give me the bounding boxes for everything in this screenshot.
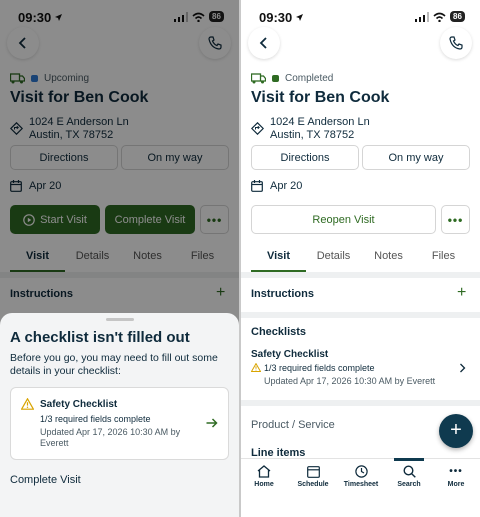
calendar-icon xyxy=(306,466,320,478)
status-icons-right: 86 xyxy=(415,11,465,22)
checklist-status-right: 1/3 required fields complete xyxy=(264,363,375,373)
checklist-title: Safety Checklist xyxy=(40,399,118,410)
visit-status-label-right: Completed xyxy=(285,73,334,84)
status-dot-completed xyxy=(272,75,279,82)
checklist-updated: Updated Apr 17, 2026 10:30 AM by Everett xyxy=(40,427,181,448)
nav-schedule[interactable]: Schedule xyxy=(293,465,333,488)
visit-status-row-right: Completed xyxy=(251,73,333,84)
nav-home[interactable]: Home xyxy=(249,465,279,488)
phone-icon xyxy=(449,36,463,50)
nav-timesheet-label: Timesheet xyxy=(343,481,379,488)
visit-date-right: Apr 20 xyxy=(270,180,303,192)
product-service-heading: Product / Service xyxy=(251,419,335,431)
sheet-grabber[interactable] xyxy=(106,318,134,321)
nav-search[interactable]: Search xyxy=(393,465,425,488)
nav-schedule-label: Schedule xyxy=(297,481,329,488)
checklist-title-right: Safety Checklist xyxy=(251,349,329,360)
on-my-way-button-right[interactable]: On my way xyxy=(362,145,470,170)
address-block-right[interactable]: 1024 E Anderson Ln Austin, TX 78752 xyxy=(270,116,370,142)
add-instructions-icon-right[interactable]: + xyxy=(457,285,466,301)
nav-home-label: Home xyxy=(254,481,274,488)
address-line2-right: Austin, TX 78752 xyxy=(270,129,355,141)
more-actions-button-right[interactable]: ••• xyxy=(441,205,470,234)
tab-visit-right[interactable]: Visit xyxy=(251,250,306,272)
nav-timesheet[interactable]: Timesheet xyxy=(341,465,381,488)
tab-files-right[interactable]: Files xyxy=(416,250,471,272)
chevron-left-icon xyxy=(259,37,267,49)
wifi-icon xyxy=(433,12,446,22)
nav-more[interactable]: ••• More xyxy=(441,465,471,488)
section-divider-3 xyxy=(241,400,480,406)
section-divider-2 xyxy=(241,312,480,318)
directions-diamond-icon xyxy=(250,121,265,136)
bottom-nav: Home Schedule Timesheet Search ••• More xyxy=(241,458,480,517)
warning-icon xyxy=(21,398,34,410)
tab-details-right[interactable]: Details xyxy=(306,250,361,272)
warning-icon xyxy=(251,363,261,372)
left-screen: 09:30 86 Upcoming Visit for Ben Cook 102… xyxy=(0,0,239,517)
add-fab-button[interactable]: + xyxy=(439,414,473,448)
page-title-right: Visit for Ben Cook xyxy=(251,89,390,106)
nav-more-label: More xyxy=(447,481,465,488)
nav-search-label: Search xyxy=(397,481,421,488)
location-arrow-icon xyxy=(296,14,304,21)
checklist-updated-right: Updated Apr 17, 2026 10:30 AM by Everett xyxy=(264,376,436,386)
checklist-card[interactable]: Safety Checklist 1/3 required fields com… xyxy=(10,387,229,460)
call-button-right[interactable] xyxy=(440,27,472,59)
tab-notes-right[interactable]: Notes xyxy=(361,250,416,272)
section-divider-right xyxy=(241,272,480,278)
address-icon-wrap-right xyxy=(250,121,265,140)
status-bar-time-right: 09:30 xyxy=(259,10,304,25)
home-icon xyxy=(257,465,271,478)
plus-icon: + xyxy=(450,419,462,441)
search-icon xyxy=(402,465,416,478)
right-screen: 09:30 86 Completed Visit for Ben Cook 10… xyxy=(241,0,480,517)
back-button-right[interactable] xyxy=(248,27,280,59)
date-row-right: Apr 20 xyxy=(251,180,302,192)
sheet-title: A checklist isn't filled out xyxy=(10,329,190,346)
sheet-complete-visit-link[interactable]: Complete Visit xyxy=(10,474,81,486)
reopen-visit-button[interactable]: Reopen Visit xyxy=(251,205,436,234)
calendar-icon xyxy=(251,180,263,192)
battery-indicator-right: 86 xyxy=(450,11,465,22)
instructions-heading-right: Instructions xyxy=(251,288,314,300)
arrow-right-icon xyxy=(206,418,218,428)
checklist-status: 1/3 required fields complete xyxy=(40,414,151,424)
signal-icon xyxy=(415,11,429,22)
status-time-right: 09:30 xyxy=(259,10,293,25)
checklist-bottom-sheet: A checklist isn't filled out Before you … xyxy=(0,313,239,517)
checklists-heading: Checklists xyxy=(251,326,307,338)
nav-active-indicator xyxy=(394,458,424,461)
ellipsis-icon: ••• xyxy=(447,212,464,227)
directions-button-right[interactable]: Directions xyxy=(251,145,359,170)
truck-icon xyxy=(251,73,266,84)
ellipsis-icon: ••• xyxy=(449,466,463,477)
tab-bar-right: Visit Details Notes Files xyxy=(251,250,471,272)
address-line1-right: 1024 E Anderson Ln xyxy=(270,116,370,128)
checklist-row[interactable]: Safety Checklist 1/3 required fields com… xyxy=(241,342,480,392)
clock-icon xyxy=(354,465,368,478)
sheet-body: Before you go, you may need to fill out … xyxy=(10,352,218,377)
chevron-right-icon xyxy=(460,363,466,373)
